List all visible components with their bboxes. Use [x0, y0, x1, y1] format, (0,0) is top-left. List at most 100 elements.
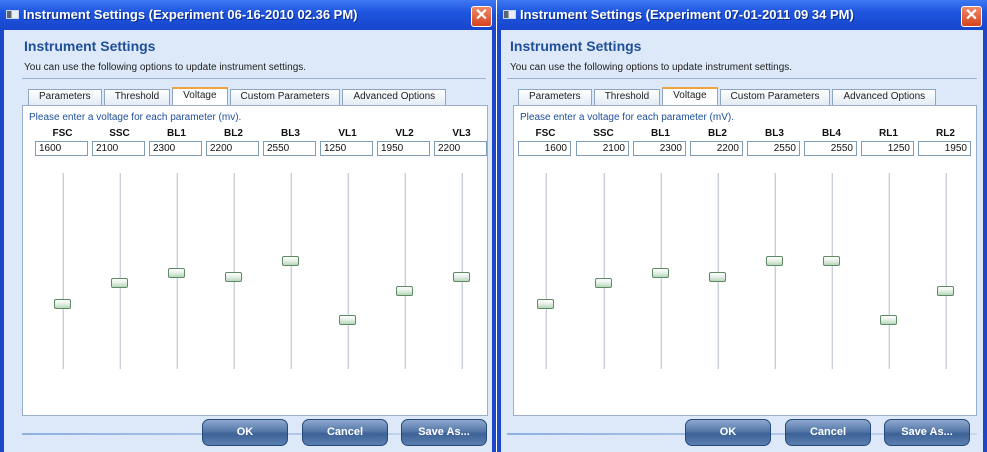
voltage-input[interactable]: 2300 [633, 141, 686, 156]
parameter-column: VL1 1250 [320, 128, 375, 410]
slider-thumb[interactable] [54, 299, 71, 309]
slider-track[interactable] [545, 173, 547, 369]
slider-track[interactable] [290, 173, 292, 369]
parameter-label: BL1 [167, 128, 186, 139]
title-bar[interactable]: Instrument Settings (Experiment 06-16-20… [0, 0, 496, 30]
parameter-label: RL1 [879, 128, 898, 139]
voltage-panel: Please enter a voltage for each paramete… [22, 105, 488, 416]
cancel-button[interactable]: Cancel [785, 419, 871, 446]
voltage-input[interactable]: 2200 [434, 141, 487, 156]
parameter-label: FSC [535, 128, 556, 139]
voltage-input[interactable]: 1600 [518, 141, 571, 156]
title-bar[interactable]: Instrument Settings (Experiment 07-01-20… [497, 0, 987, 30]
tab-custom-parameters[interactable]: Custom Parameters [719, 89, 831, 105]
slider-track[interactable] [945, 173, 947, 369]
slider-thumb[interactable] [823, 256, 840, 266]
voltage-input[interactable]: 1950 [918, 141, 971, 156]
parameter-label: FSC [52, 128, 73, 139]
slider-thumb[interactable] [168, 268, 185, 278]
parameter-label: BL2 [224, 128, 243, 139]
parameter-column: VL3 2200 [434, 128, 489, 410]
save-as-button[interactable]: Save As... [401, 419, 487, 446]
parameter-label: SSC [593, 128, 614, 139]
slider-thumb[interactable] [537, 299, 554, 309]
slider-thumb[interactable] [652, 268, 669, 278]
parameter-label: BL4 [822, 128, 841, 139]
settings-window-left: Instrument Settings (Experiment 06-16-20… [0, 0, 496, 452]
slider-thumb[interactable] [396, 286, 413, 296]
slider-thumb[interactable] [937, 286, 954, 296]
voltage-input[interactable]: 2550 [804, 141, 857, 156]
save-as-button[interactable]: Save As... [884, 419, 970, 446]
tab-strip: Parameters Threshold Voltage Custom Para… [28, 87, 448, 105]
voltage-input[interactable]: 2200 [690, 141, 743, 156]
voltage-input[interactable]: 2200 [206, 141, 259, 156]
tab-advanced-options[interactable]: Advanced Options [342, 89, 447, 105]
slider-thumb[interactable] [766, 256, 783, 266]
slider-track[interactable] [233, 173, 235, 369]
slider-track[interactable] [831, 173, 833, 369]
slider-track[interactable] [347, 173, 349, 369]
app-icon [503, 10, 516, 19]
slider-track[interactable] [717, 173, 719, 369]
tab-strip: Parameters Threshold Voltage Custom Para… [518, 87, 938, 105]
tab-advanced-options[interactable]: Advanced Options [832, 89, 937, 105]
voltage-input[interactable]: 2550 [747, 141, 800, 156]
voltage-prompt: Please enter a voltage for each paramete… [29, 112, 242, 123]
slider-thumb[interactable] [282, 256, 299, 266]
parameter-column: BL1 2300 [149, 128, 204, 410]
voltage-input[interactable]: 1250 [861, 141, 914, 156]
window-client: Instrument Settings You can use the foll… [4, 30, 492, 452]
parameter-label: VL2 [395, 128, 414, 139]
voltage-input[interactable]: 2550 [263, 141, 316, 156]
tab-parameters[interactable]: Parameters [28, 89, 102, 105]
voltage-input[interactable]: 2100 [576, 141, 629, 156]
slider-thumb[interactable] [595, 278, 612, 288]
app-icon [6, 10, 19, 19]
ok-button[interactable]: OK [685, 419, 771, 446]
voltage-input[interactable]: 1950 [377, 141, 430, 156]
slider-thumb[interactable] [880, 315, 897, 325]
voltage-input[interactable]: 1250 [320, 141, 373, 156]
slider-thumb[interactable] [111, 278, 128, 288]
slider-thumb[interactable] [225, 272, 242, 282]
slider-track[interactable] [119, 173, 121, 369]
parameter-column: RL1 1250 [861, 128, 916, 410]
slider-track[interactable] [404, 173, 406, 369]
close-button[interactable]: ✕ [471, 6, 492, 27]
cancel-button[interactable]: Cancel [302, 419, 388, 446]
tab-threshold[interactable]: Threshold [103, 89, 171, 105]
close-button[interactable]: ✕ [961, 6, 982, 27]
slider-track[interactable] [888, 173, 890, 369]
parameter-label: BL1 [651, 128, 670, 139]
window-title: Instrument Settings (Experiment 06-16-20… [23, 7, 358, 22]
close-icon: ✕ [474, 7, 489, 24]
parameter-label: VL3 [452, 128, 471, 139]
parameter-label: BL3 [765, 128, 784, 139]
window-client: Instrument Settings You can use the foll… [501, 30, 983, 452]
tab-voltage[interactable]: Voltage [172, 87, 228, 105]
voltage-input[interactable]: 2100 [92, 141, 145, 156]
page-title: Instrument Settings [24, 38, 156, 54]
slider-thumb[interactable] [339, 315, 356, 325]
tab-threshold[interactable]: Threshold [593, 89, 661, 105]
tab-parameters[interactable]: Parameters [518, 89, 592, 105]
voltage-input[interactable]: 2300 [149, 141, 202, 156]
page-title: Instrument Settings [510, 38, 642, 54]
tab-voltage[interactable]: Voltage [662, 87, 718, 105]
tab-custom-parameters[interactable]: Custom Parameters [229, 89, 341, 105]
parameter-label: VL1 [338, 128, 357, 139]
parameter-column: BL4 2550 [804, 128, 859, 410]
voltage-input[interactable]: 1600 [35, 141, 88, 156]
slider-track[interactable] [461, 173, 463, 369]
slider-track[interactable] [603, 173, 605, 369]
slider-thumb[interactable] [453, 272, 470, 282]
slider-track[interactable] [62, 173, 64, 369]
parameter-column: BL3 2550 [263, 128, 318, 410]
parameter-column: FSC 1600 [35, 128, 90, 410]
voltage-panel: Please enter a voltage for each paramete… [513, 105, 977, 416]
slider-thumb[interactable] [709, 272, 726, 282]
ok-button[interactable]: OK [202, 419, 288, 446]
slider-track[interactable] [774, 173, 776, 369]
parameter-column: BL2 2200 [690, 128, 745, 410]
